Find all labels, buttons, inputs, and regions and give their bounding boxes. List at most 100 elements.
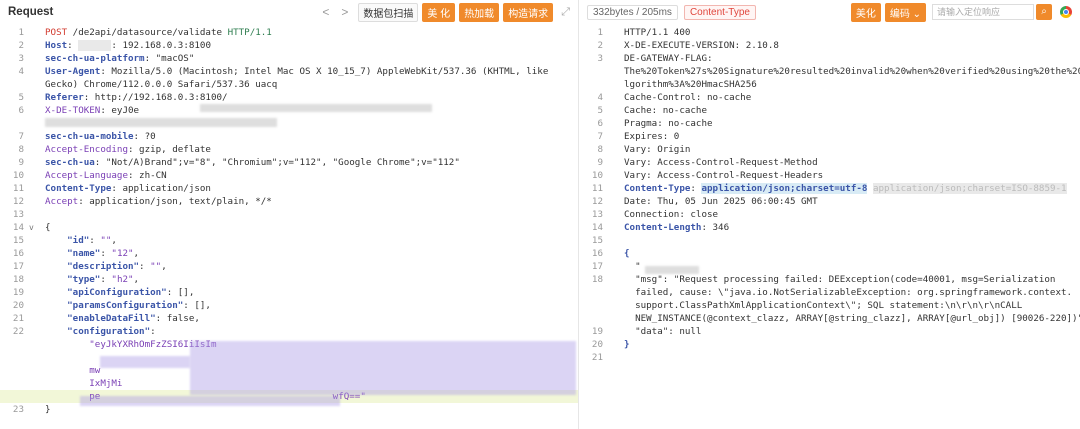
line-number: 13 <box>591 209 603 220</box>
packet-scan-button[interactable]: 数据包扫描 <box>358 2 419 22</box>
redaction-config-3 <box>80 396 340 406</box>
code-token: sec-ch-ua-platform <box>45 53 145 64</box>
request-line: 16 "name": "12", <box>0 247 578 260</box>
line-text: Connection: close <box>624 208 718 221</box>
chrome-icon[interactable] <box>1060 6 1072 18</box>
request-title: Request <box>8 6 54 18</box>
code-token: "" <box>100 235 112 246</box>
request-line: 18 "type": "h2", <box>0 273 578 286</box>
line-number: 9 <box>597 157 603 168</box>
response-line: 5 Cache: no-cache <box>579 104 1080 117</box>
nav-next-icon[interactable]: > <box>341 5 348 19</box>
code-token: : http://192.168.0.3:8100/ <box>83 92 228 103</box>
request-line: 11 Content-Type: application/json <box>0 182 578 195</box>
line-number: 4 <box>597 92 603 103</box>
code-token: "data": null <box>624 326 702 337</box>
fold-chevron-icon[interactable]: v <box>29 221 34 234</box>
code-token: : <box>100 274 112 285</box>
line-text: The%20Token%27s%20Signature%20resulted%2… <box>624 65 1080 78</box>
code-token: " <box>624 261 641 272</box>
line-text: Vary: Access-Control-Request-Headers <box>624 169 823 182</box>
code-token: Date: Thu, 05 Jun 2025 06:00:45 GMT <box>624 196 818 207</box>
response-line: 10 Vary: Access-Control-Request-Headers <box>579 169 1080 182</box>
line-number: 7 <box>18 131 24 142</box>
code-token: "configuration" <box>45 326 151 337</box>
response-line: failed, cause: \"java.io.NotSerializable… <box>579 286 1080 299</box>
response-line: 15 <box>579 234 1080 247</box>
line-number: 11 <box>591 183 603 194</box>
line-number: 8 <box>597 144 603 155</box>
hot-load-button[interactable]: 热加载 <box>459 2 500 22</box>
content-type-chip[interactable]: Content-Type <box>683 4 756 20</box>
nav-prev-icon[interactable]: < <box>322 5 329 19</box>
response-editor[interactable]: 1 HTTP/1.1 400 2 X-DE-EXECUTE-VERSION: 2.10… <box>579 24 1080 364</box>
construct-request-button[interactable]: 构造请求 <box>503 2 554 22</box>
response-beautify-button[interactable]: 美化 <box>850 2 881 22</box>
code-token: "type" <box>45 274 101 285</box>
line-number: 3 <box>18 53 24 64</box>
line-text: Date: Thu, 05 Jun 2025 06:00:45 GMT <box>624 195 818 208</box>
line-text: NEW_INSTANCE(@context_clazz, ARRAY[@stri… <box>624 312 1080 325</box>
response-line: 6 Pragma: no-cache <box>579 117 1080 130</box>
response-line: The%20Token%27s%20Signature%20resulted%2… <box>579 65 1080 78</box>
line-text: "configuration": <box>45 325 156 338</box>
line-text: Pragma: no-cache <box>624 117 713 130</box>
line-number: 21 <box>591 352 603 363</box>
code-token: application/json;charset=ISO-8859-1 <box>872 183 1067 194</box>
redaction-config <box>190 341 576 395</box>
code-token: Vary: Access-Control-Request-Method <box>624 157 818 168</box>
response-line: 21 <box>579 351 1080 364</box>
line-number: 17 <box>591 261 603 272</box>
code-token: "apiConfiguration" <box>45 287 167 298</box>
code-token: : ?0 <box>133 131 156 142</box>
line-text: DE-GATEWAY-FLAG: <box>624 52 713 65</box>
response-line: 2 X-DE-EXECUTE-VERSION: 2.10.8 <box>579 39 1080 52</box>
line-number: 12 <box>591 196 603 207</box>
response-line: 9 Vary: Access-Control-Request-Method <box>579 156 1080 169</box>
line-number: 6 <box>597 118 603 129</box>
response-line: lgorithm%3A%20HmacSHA256 <box>579 78 1080 91</box>
code-token: { <box>45 222 51 233</box>
request-line: 13 <box>0 208 578 221</box>
code-token: Pragma: no-cache <box>624 118 713 129</box>
code-token: , <box>133 274 140 285</box>
line-number: 14 <box>591 222 603 233</box>
beautify-button[interactable]: 美 化 <box>422 2 456 22</box>
response-pane: 332bytes / 205ms Content-Type 美化 编码 ⌄ 请输… <box>579 0 1080 429</box>
line-text: X-DE-EXECUTE-VERSION: 2.10.8 <box>624 39 779 52</box>
locate-search-input[interactable]: 请输入定位响应 <box>932 4 1034 20</box>
request-line: 4 User-Agent: Mozilla/5.0 (Macintosh; Int… <box>0 65 578 78</box>
line-text: Referer: http://192.168.0.3:8100/ <box>45 91 228 104</box>
line-text: "id": "", <box>45 234 117 247</box>
response-line: 7 Expires: 0 <box>579 130 1080 143</box>
code-token: mw <box>45 365 101 376</box>
redaction-config-2 <box>100 356 190 368</box>
code-token: Gecko) Chrome/112.0.0.0 Safari/537.36 ua… <box>45 79 278 90</box>
line-text: { <box>45 221 51 234</box>
request-line: 5 Referer: http://192.168.0.3:8100/ <box>0 91 578 104</box>
code-token: Cache-Control: no-cache <box>624 92 752 103</box>
code-token: , <box>161 261 167 272</box>
line-text: "type": "h2", <box>45 273 139 286</box>
expand-icon[interactable]: ⤢ <box>561 6 570 19</box>
line-number: 10 <box>591 170 603 181</box>
line-number: 22 <box>12 326 24 337</box>
search-icon[interactable]: ⌕ <box>1036 4 1052 20</box>
request-line: Gecko) Chrome/112.0.0.0 Safari/537.36 ua… <box>0 78 578 91</box>
response-line: 20} <box>579 338 1080 351</box>
code-token: "" <box>150 261 162 272</box>
line-text: sec-ch-ua: "Not/A)Brand";v="8", "Chromiu… <box>45 156 460 169</box>
code-token: : application/json, text/plain, */* <box>78 196 272 207</box>
line-text: Cache: no-cache <box>624 104 707 117</box>
line-text: lgorithm%3A%20HmacSHA256 <box>624 78 757 91</box>
request-line: 7 sec-ch-ua-mobile: ?0 <box>0 130 578 143</box>
line-text: "enableDataFill": false, <box>45 312 200 325</box>
encoding-button[interactable]: 编码 ⌄ <box>884 2 926 22</box>
response-line: 11 Content-Type: application/json;charset… <box>579 182 1080 195</box>
code-token: : <box>89 235 101 246</box>
code-token: "h2" <box>111 274 134 285</box>
request-pane: Request < > 数据包扫描 美 化 热加载 构造请求 ⤢ 1 POST /… <box>0 0 579 429</box>
code-token: : 346 <box>701 222 730 233</box>
code-token: support.ClassPathXmlApplicationContext\"… <box>624 300 1023 311</box>
line-text: "apiConfiguration": [], <box>45 286 194 299</box>
